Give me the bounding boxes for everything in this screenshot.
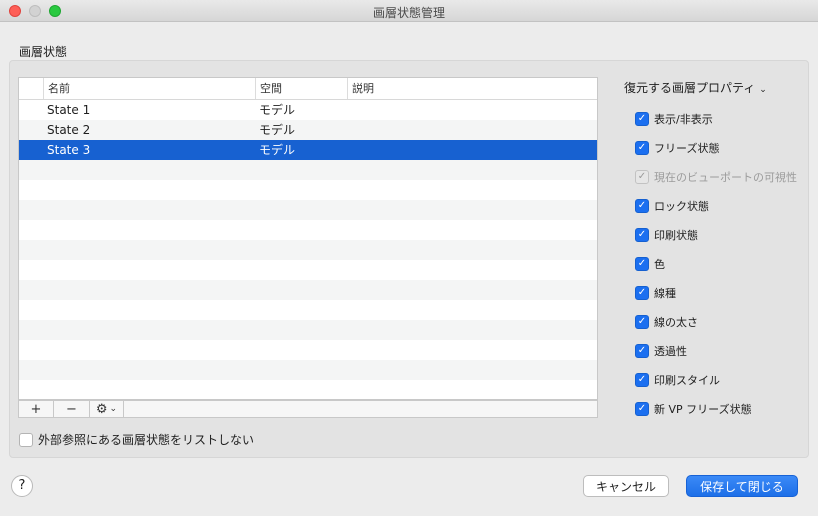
cell-space: モデル: [259, 103, 296, 117]
section-label: 画層状態: [19, 45, 68, 59]
empty-row: [19, 180, 597, 200]
property-option: ✓ 現在のビューポートの可視性: [635, 169, 797, 185]
empty-row: [19, 220, 597, 240]
property-checkbox[interactable]: ✓: [635, 141, 649, 155]
restore-properties-menu[interactable]: 復元する画層プロパティ ⌄: [624, 79, 767, 96]
title-bar: 画層状態管理: [0, 0, 818, 22]
empty-row: [19, 300, 597, 320]
table-row[interactable]: State 3 モデル: [19, 140, 597, 160]
layer-state-table: 名前 空間 説明 State 1 モデル State 2 モデル State 3 モデル: [18, 77, 598, 400]
property-option[interactable]: ✓ フリーズ状態: [635, 140, 719, 156]
property-checkbox[interactable]: ✓: [635, 228, 649, 242]
cell-name: State 3: [47, 143, 91, 157]
cell-name: State 2: [47, 123, 91, 137]
property-option[interactable]: ✓ 透過性: [635, 343, 687, 359]
empty-row: [19, 380, 597, 399]
save-and-close-button[interactable]: 保存して閉じる: [686, 475, 798, 497]
empty-row: [19, 200, 597, 220]
table-row[interactable]: State 1 モデル: [19, 100, 597, 120]
table-row[interactable]: State 2 モデル: [19, 120, 597, 140]
table-toolbar: + − ⚙ ⌄: [18, 400, 598, 418]
cancel-button[interactable]: キャンセル: [583, 475, 669, 497]
property-checkbox[interactable]: ✓: [635, 286, 649, 300]
property-option[interactable]: ✓ 印刷スタイル: [635, 372, 720, 388]
external-reference-label: 外部参照にある画層状態をリストしない: [38, 433, 255, 447]
gear-menu-button[interactable]: ⚙ ⌄: [90, 401, 124, 417]
property-label: 印刷スタイル: [654, 374, 720, 387]
property-checkbox[interactable]: ✓: [635, 344, 649, 358]
help-button[interactable]: ?: [11, 475, 33, 497]
property-option[interactable]: ✓ 印刷状態: [635, 227, 698, 243]
property-checkbox[interactable]: ✓: [635, 373, 649, 387]
cell-space: モデル: [259, 123, 296, 137]
property-checkbox: ✓: [635, 170, 649, 184]
column-header-space[interactable]: 空間: [255, 78, 347, 99]
cell-space: モデル: [259, 143, 296, 157]
property-label: 現在のビューポートの可視性: [654, 171, 797, 184]
property-checkbox[interactable]: ✓: [635, 199, 649, 213]
property-label: 印刷状態: [654, 229, 698, 242]
external-reference-checkbox[interactable]: [19, 432, 33, 447]
chevron-down-icon: ⌄: [109, 404, 118, 414]
window-title: 画層状態管理: [372, 6, 445, 20]
minus-icon: −: [66, 401, 77, 417]
property-option[interactable]: ✓ ロック状態: [635, 198, 709, 214]
empty-row: [19, 320, 597, 340]
external-reference-option[interactable]: 外部参照にある画層状態をリストしない: [19, 431, 254, 448]
cell-name: State 1: [47, 103, 91, 117]
property-option[interactable]: ✓ 線種: [635, 285, 676, 301]
empty-row: [19, 360, 597, 380]
property-option[interactable]: ✓ 色: [635, 256, 665, 272]
property-option[interactable]: ✓ 表示/非表示: [635, 111, 713, 127]
property-label: 透過性: [654, 345, 687, 358]
property-checkbox[interactable]: ✓: [635, 402, 649, 416]
property-label: 表示/非表示: [654, 113, 713, 126]
property-option[interactable]: ✓ 新 VP フリーズ状態: [635, 401, 752, 417]
remove-state-button[interactable]: −: [54, 401, 90, 417]
property-checkbox[interactable]: ✓: [635, 257, 649, 271]
column-header-name[interactable]: 名前: [43, 78, 255, 99]
property-checkbox[interactable]: ✓: [635, 112, 649, 126]
plus-icon: +: [30, 401, 42, 417]
property-label: ロック状態: [654, 200, 709, 213]
property-label: 線の太さ: [654, 316, 698, 329]
property-label: 色: [654, 258, 665, 271]
empty-row: [19, 340, 597, 360]
property-option[interactable]: ✓ 線の太さ: [635, 314, 698, 330]
empty-row: [19, 160, 597, 180]
gear-icon: ⚙: [95, 401, 108, 417]
chevron-down-icon: ⌄: [759, 85, 767, 95]
table-header: 名前 空間 説明: [19, 78, 597, 100]
empty-row: [19, 280, 597, 300]
property-label: フリーズ状態: [654, 142, 720, 155]
column-header-description[interactable]: 説明: [347, 78, 597, 99]
empty-row: [19, 260, 597, 280]
property-label: 新 VP フリーズ状態: [654, 403, 752, 416]
property-label: 線種: [654, 287, 676, 300]
empty-row: [19, 240, 597, 260]
property-checkbox[interactable]: ✓: [635, 315, 649, 329]
restore-properties-label: 復元する画層プロパティ: [624, 81, 756, 95]
add-state-button[interactable]: +: [19, 401, 54, 417]
